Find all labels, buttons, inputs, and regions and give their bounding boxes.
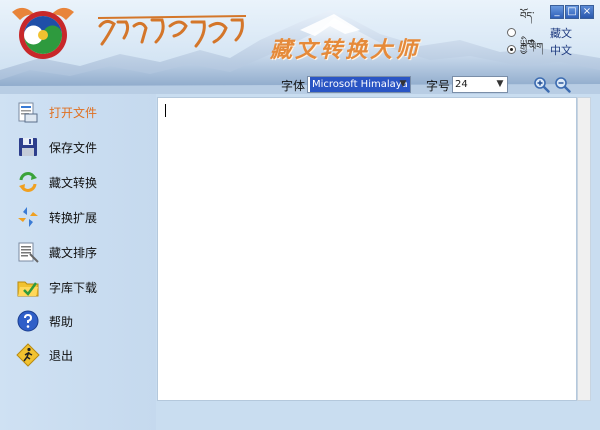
menu-label: 藏文排序 [49, 245, 98, 260]
size-select-value: 24 [455, 79, 468, 90]
menu-label: 保存文件 [49, 140, 98, 155]
language-selector: བོད་ཡིག 藏文 རྒྱ་ཡིག 中文 [507, 11, 572, 58]
zoom-out-icon[interactable] [554, 76, 571, 93]
help-icon [17, 310, 39, 332]
sort-icon [18, 242, 39, 263]
font-select[interactable]: Microsoft Himalaya ▼ [307, 76, 411, 93]
sidebar-menu: 打开文件 保存文件 藏文转换 转换扩展 藏文排序 字库下载 帮助 退出 [0, 94, 156, 430]
menu-item-save-file[interactable]: 保存文件 [16, 134, 97, 160]
exit-icon [16, 343, 40, 367]
radio-chinese[interactable] [507, 45, 516, 54]
menu-item-font-download[interactable]: 字库下载 [16, 274, 97, 300]
menu-item-open-file[interactable]: 打开文件 [16, 99, 97, 125]
language-label-chinese: 中文 [550, 43, 572, 57]
radio-tibetan[interactable] [507, 28, 516, 37]
save-file-icon [19, 138, 37, 156]
chevron-down-icon: ▼ [496, 79, 504, 89]
header-banner: 藏文转换大师 _ □ × བོད་ཡིག 藏文 རྒྱ་ཡིག 中文 字体 Mi… [0, 0, 600, 94]
size-select[interactable]: 24 ▼ [452, 76, 508, 93]
chevron-down-icon: ▼ [399, 79, 407, 89]
menu-item-extend[interactable]: 转换扩展 [16, 204, 97, 230]
language-option-chinese[interactable]: རྒྱ་ཡིག 中文 [507, 41, 572, 58]
maximize-button[interactable]: □ [565, 5, 579, 19]
convert-icon [19, 172, 37, 192]
language-label-tibetan: 藏文 [550, 26, 572, 40]
app-title: 藏文转换大师 [270, 37, 421, 63]
font-download-icon [17, 281, 39, 297]
menu-label: 帮助 [49, 314, 74, 329]
close-button[interactable]: × [580, 5, 594, 19]
text-caret [165, 104, 166, 117]
app-logo [12, 7, 74, 59]
text-editor[interactable] [157, 97, 577, 401]
menu-item-convert[interactable]: 藏文转换 [16, 169, 97, 195]
zoom-in-icon[interactable] [533, 76, 550, 93]
tibetan-script-label: རྒྱ་ཡིག [520, 41, 544, 53]
menu-item-exit[interactable]: 退出 [16, 342, 73, 368]
open-file-icon [18, 102, 38, 123]
menu-label: 退出 [49, 348, 74, 363]
font-label: 字体 [281, 79, 306, 93]
menu-label: 转换扩展 [49, 210, 98, 225]
tibetan-calligraphy [97, 15, 247, 48]
extend-icon [18, 207, 38, 227]
menu-label: 藏文转换 [49, 175, 98, 190]
menu-label: 字库下载 [49, 280, 98, 295]
font-toolbar: 字体 Microsoft Himalaya ▼ 字号 24 ▼ [0, 76, 600, 94]
menu-label: 打开文件 [49, 105, 98, 120]
menu-item-sort[interactable]: 藏文排序 [16, 239, 97, 265]
window-controls: _ □ × [550, 5, 594, 19]
font-select-value: Microsoft Himalaya [310, 77, 410, 92]
minimize-button[interactable]: _ [550, 5, 564, 19]
vertical-scrollbar[interactable] [577, 97, 591, 401]
size-label: 字号 [426, 79, 451, 93]
menu-item-help[interactable]: 帮助 [16, 308, 73, 334]
